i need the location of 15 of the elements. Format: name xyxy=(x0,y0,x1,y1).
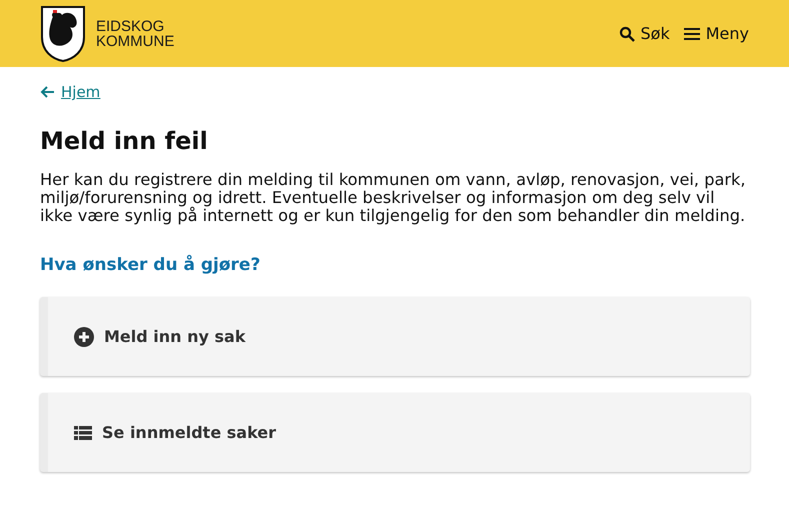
menu-icon xyxy=(684,26,700,40)
list-icon xyxy=(74,426,92,440)
search-icon xyxy=(618,26,635,42)
section-heading: Hva ønsker du å gjøre? xyxy=(40,255,262,275)
back-link[interactable]: Hjem xyxy=(40,83,100,101)
logo-text[interactable]: EIDSKOG KOMMUNE xyxy=(96,18,174,48)
plus-circle-icon xyxy=(74,326,94,346)
menu-button[interactable]: Meny xyxy=(684,24,749,43)
coat-of-arms-logo[interactable] xyxy=(40,5,86,62)
search-button[interactable]: Søk xyxy=(618,24,670,43)
arrow-left-icon xyxy=(40,85,55,99)
intro-text: Her kan du registrere din melding til kommunen om vann, avløp, renovasjon, vei, park, miljø/forurensning og idrett. Eventuelle beskrivelser og informasjon om deg selv vil ikke være synlig på internett og er kun tilgjengelig for den som behandler din melding. xyxy=(40,171,747,225)
page-title: Meld inn feil xyxy=(40,127,209,155)
action-card[interactable]: Meld inn ny sak xyxy=(40,297,750,376)
action-card[interactable]: Se innmeldte saker xyxy=(40,393,750,472)
